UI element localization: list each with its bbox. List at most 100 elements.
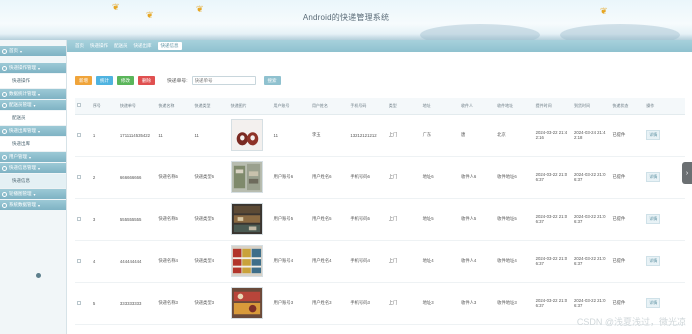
detail-button[interactable]: 详情 xyxy=(646,298,661,308)
cell-recipient: 收件人4 xyxy=(459,240,496,283)
breadcrumb-express-operation[interactable]: 快递操作 xyxy=(90,43,108,49)
column-header[interactable]: 到货时间 xyxy=(571,98,611,115)
column-header[interactable]: 收件地址 xyxy=(495,98,534,115)
user-icon xyxy=(2,154,7,160)
detail-button[interactable]: 详情 xyxy=(646,130,661,140)
sidebar-item-express-info-mgmt[interactable]: 快递信息管理 ▾ xyxy=(0,163,66,173)
header-banner: ❦ ❦ ❦ ❦ Android的快递管理系统 xyxy=(0,0,692,40)
toolbar: 新增 统计 修改 删除 快递单号: 搜索 xyxy=(75,75,285,86)
cell-number: 666666666 xyxy=(117,156,157,199)
search-input[interactable] xyxy=(191,76,256,85)
delete-button[interactable]: 删除 xyxy=(138,76,155,85)
cell-recipient: 唐 xyxy=(459,114,496,157)
cell-arrival-time: 2024-03-22 21:06:37 xyxy=(571,198,611,241)
cell-address: 地址6 xyxy=(420,156,460,199)
table-row[interactable]: 1 1711114535422 11 11 11 李玉 13212121212 … xyxy=(75,114,685,157)
cell-name: 快递名称6 xyxy=(156,156,193,199)
cell-user: 用户账号5 xyxy=(271,198,310,241)
table-row[interactable]: 2 666666666 快递名称6 快递类型6 用户账号6 用户姓名6 手机号码… xyxy=(75,156,685,199)
cell-arrival-time: 2024-03-22 21:06:37 xyxy=(571,240,611,283)
sidebar-item-user-mgmt[interactable]: 用户管理 ▾ xyxy=(0,152,66,162)
column-header[interactable]: 序号 xyxy=(90,98,118,115)
chevron-down-icon: ▾ xyxy=(33,191,36,197)
detail-button[interactable]: 详情 xyxy=(646,256,661,266)
row-checkbox[interactable] xyxy=(77,132,81,137)
breadcrumb-outbound[interactable]: 快递出库 xyxy=(134,43,152,49)
cell-username: 用户姓名4 xyxy=(309,240,349,283)
cell-recipient: 收件人5 xyxy=(459,198,496,241)
select-all-checkbox[interactable] xyxy=(77,103,81,108)
cell-type: 11 xyxy=(192,114,229,157)
sidebar-item-courier[interactable]: 配送员 xyxy=(0,111,66,126)
sidebar-item-courier-mgmt[interactable]: 配送员管理 ▾ xyxy=(0,100,66,110)
folder-icon xyxy=(2,165,7,171)
detail-button[interactable]: 详情 xyxy=(646,172,661,182)
stats-button[interactable]: 统计 xyxy=(96,76,113,85)
cell-pickup-time: 2024-03-22 21:06:37 xyxy=(533,156,572,199)
folder-icon xyxy=(2,65,7,71)
cell-kind: 上门 xyxy=(386,240,421,283)
sidebar-item-express-info[interactable]: 快递信息 xyxy=(0,174,66,189)
column-header[interactable]: 类型 xyxy=(386,98,421,115)
detail-button[interactable]: 详情 xyxy=(646,214,661,224)
column-header[interactable]: 快递类型 xyxy=(192,98,229,115)
breadcrumb-home[interactable]: 首页 xyxy=(75,43,84,49)
breadcrumb: 首页 快递操作 配送员 快递出库 快递信息 xyxy=(67,40,692,52)
sidebar-item-system-data-mgmt[interactable]: 系统数据管理 ▾ xyxy=(0,200,66,210)
cell-recipient: 收件人3 xyxy=(459,282,496,325)
side-scroll-arrow-icon[interactable]: › xyxy=(682,162,692,184)
sidebar-item-express-operation-mgmt[interactable]: 快递操作管理 ▾ xyxy=(0,63,66,73)
column-header[interactable]: 快递图片 xyxy=(228,98,272,115)
column-header[interactable]: 快递单号 xyxy=(117,98,157,115)
sidebar-item-data-stats-mgmt[interactable]: 数据统计管理 ▾ xyxy=(0,89,66,99)
sidebar-item-carousel-mgmt[interactable]: 轮播图管理 ▾ xyxy=(0,189,66,199)
select-all-header[interactable] xyxy=(75,98,91,115)
table-row[interactable]: 4 444444444 快递名称4 快递类型4 用户账号4 用户姓名4 手机号码… xyxy=(75,240,685,283)
express-photo-image xyxy=(230,287,263,319)
cell-recipient-address: 北京 xyxy=(495,114,534,157)
column-header[interactable]: 用户姓名 xyxy=(309,98,349,115)
row-checkbox[interactable] xyxy=(77,174,81,179)
sidebar-item-outbound-mgmt[interactable]: 快递出库管理 ▾ xyxy=(0,126,66,136)
folder-icon xyxy=(2,128,7,134)
table-row[interactable]: 3 555555555 快递名称5 快递类型5 用户账号5 用户姓名5 手机号码… xyxy=(75,198,685,241)
column-header[interactable]: 快递名称 xyxy=(156,98,193,115)
column-header[interactable]: 用户账号 xyxy=(271,98,310,115)
add-button[interactable]: 新增 xyxy=(75,76,92,85)
cell-user: 用户账号4 xyxy=(271,240,310,283)
folder-icon xyxy=(2,91,7,97)
sidebar-item-express-operation[interactable]: 快递操作 xyxy=(0,74,66,89)
cell-recipient-address: 收件地址3 xyxy=(495,282,534,325)
cell-recipient-address: 收件地址5 xyxy=(495,198,534,241)
column-header[interactable]: 提件时间 xyxy=(533,98,572,115)
cell-user: 11 xyxy=(271,114,310,157)
express-photo-image xyxy=(230,161,263,193)
cell-phone: 手机号码5 xyxy=(348,198,387,241)
home-icon xyxy=(2,48,7,54)
column-header[interactable]: 手机号码 xyxy=(348,98,387,115)
cell-phone: 手机号码6 xyxy=(348,156,387,199)
column-header: 操作 xyxy=(644,98,685,115)
column-header[interactable]: 地址 xyxy=(420,98,460,115)
express-photo-image xyxy=(230,203,263,235)
cell-phone: 手机号码3 xyxy=(348,282,387,325)
cell-username: 用户姓名5 xyxy=(309,198,349,241)
edit-button[interactable]: 修改 xyxy=(117,76,134,85)
cell-type: 快递类型4 xyxy=(192,240,229,283)
row-checkbox[interactable] xyxy=(77,258,81,263)
cell-number: 555555555 xyxy=(117,198,157,241)
search-button[interactable]: 搜索 xyxy=(263,76,281,85)
row-checkbox[interactable] xyxy=(77,300,81,305)
column-header[interactable]: 快递状态 xyxy=(610,98,645,115)
cell-number: 444444444 xyxy=(117,240,157,283)
breadcrumb-courier[interactable]: 配送员 xyxy=(114,43,128,49)
chevron-down-icon: ▾ xyxy=(38,165,41,171)
sidebar-item-home[interactable]: 首页 ▾ xyxy=(0,46,66,56)
cell-number: 333333333 xyxy=(117,282,157,325)
cell-user: 用户账号6 xyxy=(271,156,310,199)
column-header[interactable]: 收件人 xyxy=(459,98,496,115)
row-checkbox[interactable] xyxy=(77,216,81,221)
cell-phone: 手机号码4 xyxy=(348,240,387,283)
breadcrumb-express-info[interactable]: 快递信息 xyxy=(157,42,182,50)
sidebar-item-outbound[interactable]: 快递出库 xyxy=(0,137,66,152)
